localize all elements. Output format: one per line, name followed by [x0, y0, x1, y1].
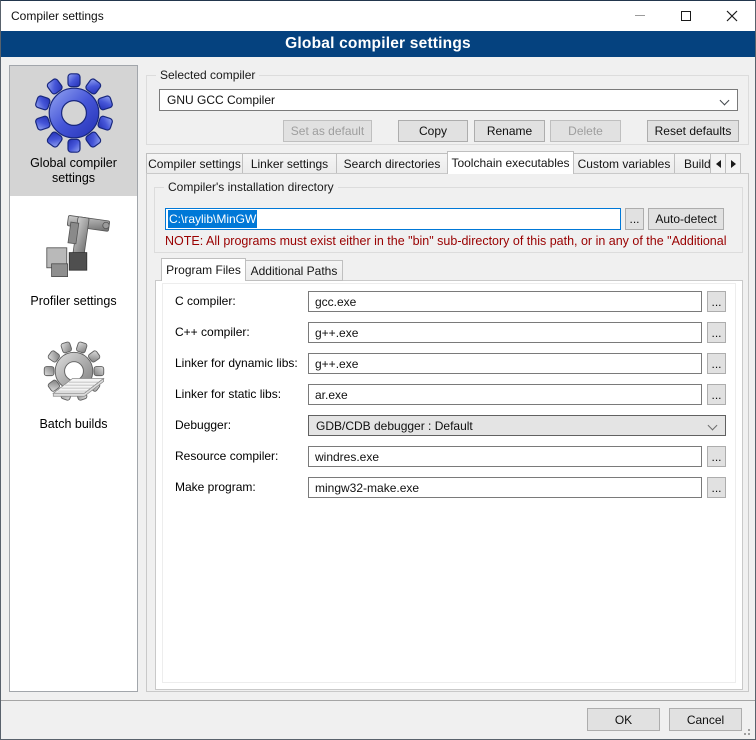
resource-compiler-input[interactable]	[308, 446, 702, 467]
field-row-static-linker: Linker for static libs: ...	[156, 384, 742, 405]
compiler-settings-dialog: Compiler settings Global compiler settin…	[0, 0, 756, 740]
settings-category-list: Global compiler settings	[9, 65, 138, 692]
installation-directory-input[interactable]: C:\raylib\MinGW	[165, 208, 621, 230]
blue-gear-icon	[34, 73, 114, 153]
chevron-down-icon	[720, 96, 730, 106]
field-label: C++ compiler:	[175, 322, 250, 343]
cpp-compiler-input[interactable]	[308, 322, 702, 343]
installation-note: NOTE: All programs must exist either in …	[165, 234, 741, 248]
field-label: Make program:	[175, 477, 256, 498]
sidebar-item-batch-builds[interactable]: Batch builds	[10, 333, 137, 440]
sidebar-item-profiler-settings[interactable]: Profiler settings	[10, 204, 137, 317]
field-row-make-program: Make program: ...	[156, 477, 742, 498]
subtab-program-files[interactable]: Program Files	[161, 258, 246, 281]
settings-tabstrip: Compiler settings Linker settings Search…	[147, 151, 741, 174]
browse-static-linker-button[interactable]: ...	[707, 384, 726, 405]
tab-toolchain-executables[interactable]: Toolchain executables	[447, 151, 574, 174]
browse-cpp-compiler-button[interactable]: ...	[707, 322, 726, 343]
field-row-dynamic-linker: Linker for dynamic libs: ...	[156, 353, 742, 374]
rename-button[interactable]: Rename	[474, 120, 545, 142]
subtab-additional-paths[interactable]: Additional Paths	[245, 260, 343, 281]
static-linker-input[interactable]	[308, 384, 702, 405]
maximize-button[interactable]	[663, 1, 709, 30]
debugger-select-value: GDB/CDB debugger : Default	[316, 419, 473, 433]
toolchain-executables-page: Compiler's installation directory C:\ray…	[146, 173, 749, 692]
browse-dynamic-linker-button[interactable]: ...	[707, 353, 726, 374]
debugger-select[interactable]: GDB/CDB debugger : Default	[308, 415, 726, 436]
compiler-select-value: GNU GCC Compiler	[167, 93, 275, 107]
browse-c-compiler-button[interactable]: ...	[707, 291, 726, 312]
installation-directory-group: Compiler's installation directory C:\ray…	[154, 187, 743, 253]
browse-resource-compiler-button[interactable]: ...	[707, 446, 726, 467]
selected-compiler-group-label: Selected compiler	[156, 68, 259, 82]
titlebar: Compiler settings	[1, 1, 755, 31]
cancel-button[interactable]: Cancel	[669, 708, 742, 731]
installation-directory-group-label: Compiler's installation directory	[164, 180, 338, 194]
field-row-cpp-compiler: C++ compiler: ...	[156, 322, 742, 343]
minimize-button[interactable]	[617, 1, 663, 30]
tab-build-options[interactable]: Build options	[674, 153, 711, 174]
reset-defaults-button[interactable]: Reset defaults	[647, 120, 739, 142]
selected-text: C:\raylib\MinGW	[168, 210, 257, 228]
footer-divider	[1, 700, 755, 701]
auto-detect-button[interactable]: Auto-detect	[648, 208, 724, 230]
selected-compiler-group: Selected compiler GNU GCC Compiler Set a…	[146, 75, 749, 145]
tab-custom-variables[interactable]: Custom variables	[573, 153, 675, 174]
field-row-c-compiler: C compiler: ...	[156, 291, 742, 312]
sidebar-item-label: Profiler settings	[10, 291, 137, 317]
field-row-resource-compiler: Resource compiler: ...	[156, 446, 742, 467]
dialog-header: Global compiler settings	[1, 31, 755, 57]
make-program-input[interactable]	[308, 477, 702, 498]
chevron-down-icon	[708, 421, 718, 431]
ok-button[interactable]: OK	[587, 708, 660, 731]
tab-scroll-right-button[interactable]	[725, 153, 741, 174]
compiler-select[interactable]: GNU GCC Compiler	[159, 89, 738, 111]
window-title: Compiler settings	[11, 9, 104, 23]
arrow-right-icon	[731, 160, 736, 168]
sidebar-item-label: Batch builds	[10, 414, 137, 440]
field-label: Linker for static libs:	[175, 384, 281, 405]
delete-button[interactable]: Delete	[550, 120, 621, 142]
field-label: Linker for dynamic libs:	[175, 353, 298, 374]
dialog-header-title: Global compiler settings	[285, 35, 471, 53]
sidebar-item-global-compiler-settings[interactable]: Global compiler settings	[10, 66, 137, 196]
maximize-icon	[681, 11, 691, 21]
close-icon	[726, 10, 738, 22]
minimize-icon	[635, 15, 645, 16]
field-label: C compiler:	[175, 291, 236, 312]
program-files-page: C compiler: ... C++ compiler: ... Linker…	[155, 280, 743, 690]
browse-make-program-button[interactable]: ...	[707, 477, 726, 498]
copy-button[interactable]: Copy	[398, 120, 468, 142]
arrow-left-icon	[716, 160, 721, 168]
program-files-tabstrip: Program Files Additional Paths	[162, 258, 343, 281]
dynamic-linker-input[interactable]	[308, 353, 702, 374]
tab-compiler-settings[interactable]: Compiler settings	[146, 153, 243, 174]
field-row-debugger: Debugger: GDB/CDB debugger : Default	[156, 415, 742, 436]
field-label: Debugger:	[175, 415, 231, 436]
tab-linker-settings[interactable]: Linker settings	[242, 153, 337, 174]
c-compiler-input[interactable]	[308, 291, 702, 312]
tab-search-directories[interactable]: Search directories	[336, 153, 448, 174]
sidebar-item-label: Global compiler settings	[10, 153, 137, 194]
browse-directory-button[interactable]: ...	[625, 208, 644, 230]
batch-builds-gear-icon	[37, 340, 111, 414]
profiler-caliper-icon	[34, 211, 114, 291]
tab-scroll-left-button[interactable]	[710, 153, 726, 174]
field-label: Resource compiler:	[175, 446, 278, 467]
close-button[interactable]	[709, 1, 755, 30]
set-as-default-button[interactable]: Set as default	[283, 120, 372, 142]
